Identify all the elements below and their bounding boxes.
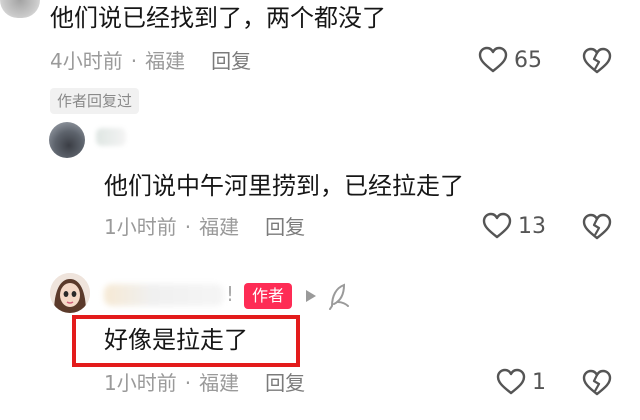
like-button[interactable]: 1 [496, 368, 546, 396]
comment-location: 福建 [199, 215, 240, 239]
username-suffix: ! [226, 282, 235, 306]
separator-dot: · [130, 49, 138, 73]
comment-time: 4小时前 [50, 49, 123, 73]
separator-dot: · [184, 215, 192, 239]
comment-meta: 4小时前 · 福建 回复 [50, 50, 251, 72]
play-arrow-icon [306, 290, 316, 302]
comment-time: 1小时前 [104, 371, 177, 395]
like-count: 65 [514, 47, 542, 73]
like-button[interactable]: 65 [478, 46, 542, 74]
broken-heart-icon[interactable] [582, 369, 612, 397]
username[interactable] [96, 128, 126, 146]
comment-time: 1小时前 [104, 215, 177, 239]
comment-text: 他们说已经找到了，两个都没了 [50, 4, 386, 32]
comment-text: 他们说中午河里捞到，已经拉走了 [104, 172, 464, 200]
heart-outline-icon [496, 368, 526, 395]
comment-location: 福建 [145, 49, 186, 73]
reply-button[interactable]: 回复 [211, 49, 251, 73]
like-count: 1 [532, 369, 546, 395]
avatar-image [50, 273, 90, 313]
highlight-box [72, 315, 300, 367]
like-count: 13 [518, 213, 546, 239]
like-button[interactable]: 13 [482, 212, 546, 240]
broken-heart-icon[interactable] [582, 47, 612, 75]
comment-location: 福建 [199, 371, 240, 395]
broken-heart-icon[interactable] [582, 213, 612, 241]
comment-meta: 1小时前 · 福建 回复 [104, 372, 305, 394]
avatar[interactable] [50, 273, 90, 313]
avatar[interactable] [0, 0, 40, 18]
reply-button[interactable]: 回复 [265, 371, 305, 395]
heart-outline-icon [478, 46, 508, 73]
username[interactable] [104, 284, 224, 306]
heart-outline-icon [482, 212, 512, 239]
feather-icon [329, 283, 349, 310]
reply-button[interactable]: 回复 [265, 215, 305, 239]
separator-dot: · [184, 371, 192, 395]
comment-meta: 1小时前 · 福建 回复 [104, 216, 305, 238]
author-badge: 作者 [244, 283, 293, 309]
avatar[interactable] [49, 122, 85, 158]
author-replied-tag: 作者回复过 [50, 88, 140, 114]
